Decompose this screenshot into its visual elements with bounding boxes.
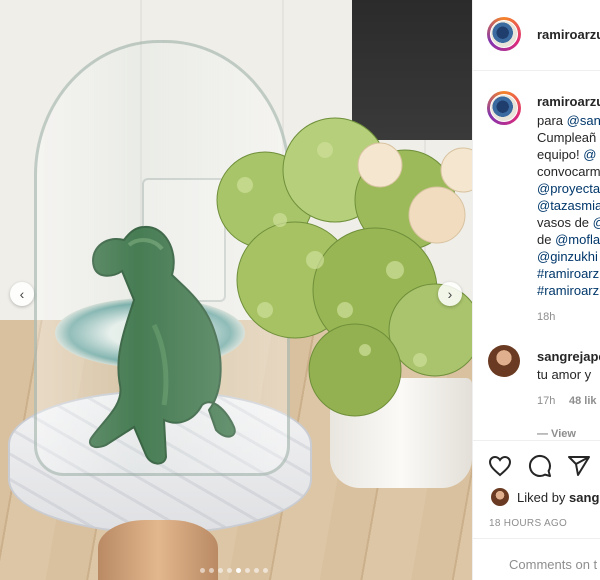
- hashtag-link[interactable]: #ramiroarzu: [537, 283, 600, 298]
- caption-line: vasos de @: [537, 214, 600, 231]
- mention-link[interactable]: @san: [567, 113, 600, 128]
- commenter-avatar[interactable]: [488, 345, 520, 377]
- carousel-next-button[interactable]: ›: [438, 282, 462, 306]
- carousel-dot: [245, 568, 250, 573]
- caption-line: convocarm: [537, 164, 600, 179]
- comment-divider: [473, 538, 600, 539]
- heart-icon[interactable]: [488, 454, 512, 478]
- carousel-dot: [263, 568, 268, 573]
- view-replies-link[interactable]: — View: [537, 428, 576, 440]
- post-photo: ‹ ›: [0, 0, 472, 580]
- post-timestamp[interactable]: 18 HOURS AGO: [489, 518, 567, 529]
- caption-line: @ginzukhi: [537, 248, 598, 265]
- caption-line: equipo! @: [537, 147, 597, 162]
- share-icon[interactable]: [567, 454, 591, 478]
- comment-likes[interactable]: 48 lik: [569, 395, 597, 407]
- caption-username[interactable]: ramiroarzu: [537, 94, 600, 109]
- comment-input[interactable]: Comments on t: [509, 557, 597, 572]
- commenter-username[interactable]: sangrejape: [537, 349, 600, 364]
- actions-divider: [473, 440, 600, 441]
- carousel-dot: [200, 568, 205, 573]
- caption-line: @proyecta: [537, 180, 600, 197]
- author-avatar[interactable]: [487, 17, 521, 51]
- mention-link[interactable]: @mofla: [555, 232, 600, 247]
- mention-link[interactable]: @: [583, 147, 596, 162]
- caption-line: de @mofla: [537, 232, 600, 247]
- caption-line: #ramiroarz: [537, 265, 599, 282]
- caption-line: Cumpleañ: [537, 130, 597, 145]
- comment-text: tu amor y: [537, 367, 592, 382]
- author-username[interactable]: ramiroarzu: [537, 27, 600, 42]
- liked-by-name[interactable]: sang: [569, 490, 599, 505]
- mention-link[interactable]: @tazasmia: [537, 198, 600, 213]
- carousel-dot: [227, 568, 232, 573]
- comment-icon[interactable]: [528, 454, 552, 478]
- caption-line: para @san: [537, 113, 600, 128]
- carousel-prev-button[interactable]: ‹: [10, 282, 34, 306]
- post-sidebar: ramiroarzu ramiroarzu para @san Cumpleañ…: [472, 0, 600, 580]
- photo-hydrangea: [216, 117, 472, 417]
- comment-time[interactable]: 17h: [537, 395, 555, 407]
- caption-avatar[interactable]: [487, 91, 521, 125]
- liked-by-avatar[interactable]: [491, 488, 509, 506]
- carousel-dot-active: [236, 568, 241, 573]
- carousel-dot: [209, 568, 214, 573]
- caption-time[interactable]: 18h: [537, 311, 555, 323]
- carousel-dots: [200, 568, 268, 573]
- carousel-dot: [218, 568, 223, 573]
- liked-by: Liked by sang: [517, 490, 600, 505]
- caption-line: @tazasmia: [537, 197, 600, 214]
- mention-link[interactable]: @proyecta: [537, 181, 600, 196]
- mention-link[interactable]: @: [593, 215, 600, 230]
- hashtag-link[interactable]: #ramiroarz: [537, 266, 599, 281]
- mention-link[interactable]: @ginzukhi: [537, 249, 598, 264]
- caption-line: #ramiroarzu: [537, 282, 600, 299]
- post-header: ramiroarzu: [473, 0, 600, 71]
- carousel-dot: [254, 568, 259, 573]
